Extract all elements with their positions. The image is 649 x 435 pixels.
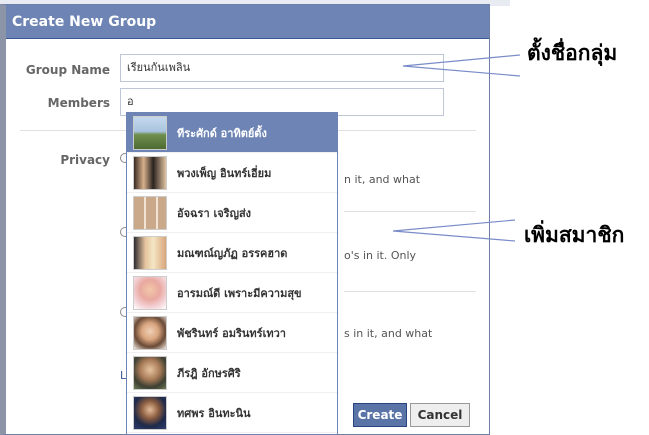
dialog-title: Create New Group — [6, 5, 489, 39]
group-name-annotation: ตั้งชื่อกลุ่ม — [527, 41, 618, 65]
privacy-label: Privacy — [60, 153, 110, 167]
suggestion-name: ภีรฎิ อักษรศิริ — [177, 366, 241, 380]
divider — [344, 211, 476, 212]
member-suggestions-dropdown: ทีระศักด์ อาทิตย์ตั้ง พวงเพ็ญ อินทร์เอี่… — [126, 112, 338, 435]
avatar — [133, 155, 167, 190]
cancel-button[interactable]: Cancel — [410, 403, 470, 427]
avatar — [133, 115, 167, 150]
suggestion-name: พัชรินทร์ อมรินทร์เทวา — [177, 326, 286, 340]
members-arrow-icon — [392, 219, 516, 242]
suggestion-item[interactable]: ทศพร อินทะนิน — [127, 393, 337, 433]
suggestion-name: ทศพร อินทะนิน — [177, 406, 251, 420]
suggestion-item[interactable]: มณฑณ์ญภัฏ อรรคฮาด — [127, 233, 337, 273]
suggestion-name: อารมณ์ดี เพราะมีความสุข — [177, 286, 302, 300]
privacy-text-secret: s in it, and what — [344, 327, 433, 340]
group-name-arrow-icon — [402, 54, 521, 77]
members-annotation: เพิ่มสมาชิก — [524, 223, 625, 247]
avatar — [133, 355, 167, 390]
avatar — [133, 235, 167, 270]
suggestion-item[interactable]: อัจฉรา เจริญส่ง — [127, 193, 337, 233]
avatar — [133, 315, 167, 350]
suggestion-name: อัจฉรา เจริญส่ง — [177, 206, 252, 220]
divider — [344, 291, 476, 292]
suggestion-item[interactable]: อารมณ์ดี เพราะมีความสุข — [127, 273, 337, 313]
group-name-label: Group Name — [25, 63, 110, 77]
avatar — [133, 275, 167, 310]
avatar — [133, 395, 167, 430]
avatar — [133, 195, 167, 230]
suggestion-name: พวงเพ็ญ อินทร์เอี่ยม — [177, 166, 272, 180]
suggestion-item[interactable]: พัชรินทร์ อมรินทร์เทวา — [127, 313, 337, 353]
privacy-text-closed: o's in it. Only — [344, 249, 417, 262]
suggestion-item[interactable]: ภีรฎิ อักษรศิริ — [127, 353, 337, 393]
suggestion-name: ทีระศักด์ อาทิตย์ตั้ง — [177, 126, 267, 140]
suggestion-name: มณฑณ์ญภัฏ อรรคฮาด — [177, 246, 288, 260]
create-button[interactable]: Create — [353, 403, 407, 427]
suggestion-item[interactable]: พวงเพ็ญ อินทร์เอี่ยม — [127, 153, 337, 193]
privacy-text-open: n it, and what — [344, 173, 421, 186]
suggestion-item[interactable]: ทีระศักด์ อาทิตย์ตั้ง — [127, 113, 337, 153]
members-label: Members — [47, 96, 110, 110]
